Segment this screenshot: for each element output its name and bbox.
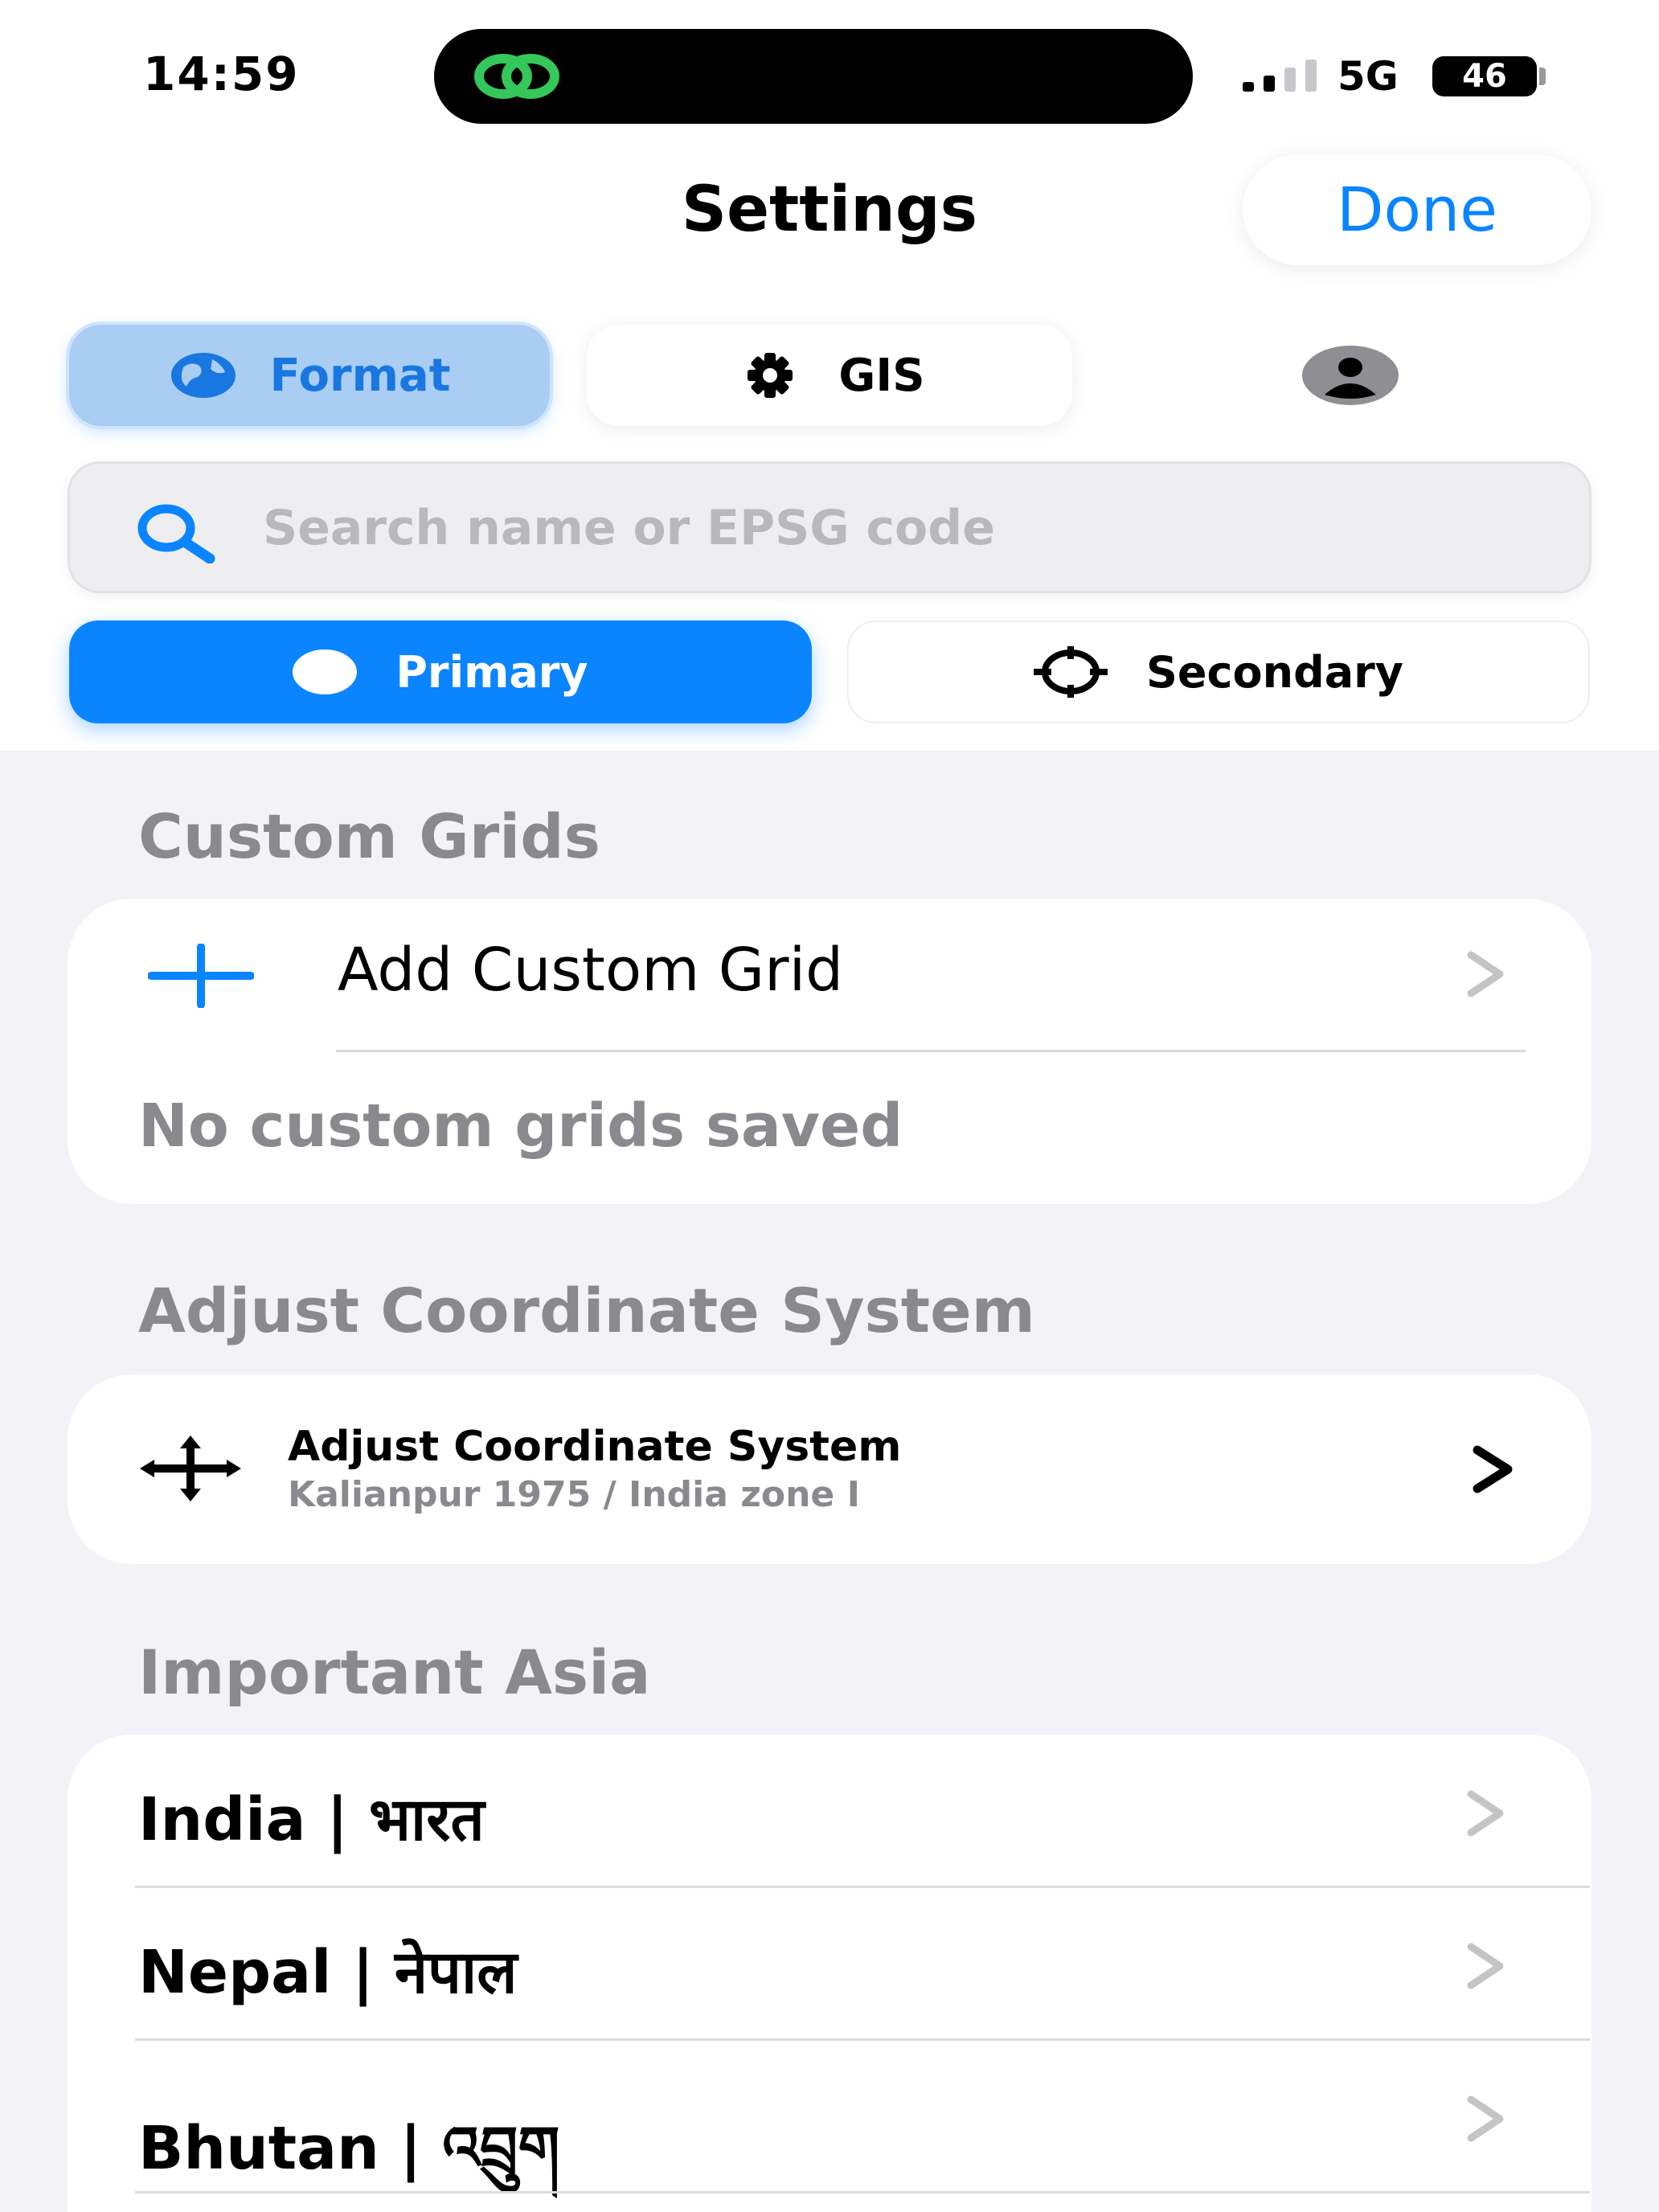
section-header-important-asia: Important Asia: [138, 1636, 651, 1708]
segment-primary[interactable]: Primary: [69, 621, 812, 723]
dynamic-island: [434, 29, 1193, 124]
tab-gis[interactable]: GIS: [587, 325, 1072, 426]
tab-label: Format: [269, 349, 451, 402]
battery-tip: [1539, 68, 1546, 85]
done-button[interactable]: Done: [1243, 154, 1591, 265]
section-header-custom-grids: Custom Grids: [138, 801, 600, 872]
country-row-nepal[interactable]: Nepal | नेपाल: [68, 1887, 1591, 2040]
tab-profile[interactable]: [1278, 325, 1423, 426]
signal-icon: [1243, 59, 1317, 92]
segment-secondary[interactable]: Secondary: [847, 621, 1590, 723]
empty-state-text: No custom grids saved: [138, 1092, 903, 1161]
row-separator: [135, 2191, 1590, 2194]
status-time: 14:59: [143, 47, 300, 101]
globe-icon: [170, 353, 236, 398]
battery-icon: 46: [1432, 56, 1537, 96]
adjust-title: Adjust Coordinate System: [288, 1423, 902, 1471]
important-asia-card: India | भारत Nepal | नेपाल Bhutan | འབྲུ…: [68, 1735, 1591, 2212]
tab-format[interactable]: Format: [69, 325, 550, 426]
tab-label: GIS: [838, 349, 925, 402]
segment-label: Secondary: [1146, 646, 1403, 698]
section-header-adjust: Adjust Coordinate System: [138, 1275, 1035, 1346]
gear-icon: [748, 353, 793, 398]
network-label: 5G: [1337, 53, 1399, 100]
battery-level: 46: [1462, 58, 1507, 95]
search-icon: [137, 504, 215, 563]
chevron-right-icon: [1473, 1445, 1513, 1493]
add-custom-grid-label: Add Custom Grid: [338, 936, 844, 1005]
dot-icon: [293, 649, 358, 694]
segment-label: Primary: [395, 646, 588, 698]
crosshair-icon: [1034, 646, 1108, 698]
chevron-right-icon: [1467, 1943, 1504, 1989]
country-row-bhutan[interactable]: Bhutan | འབྲུག: [68, 2040, 1591, 2193]
move-arrows-icon: [140, 1436, 241, 1501]
custom-grids-card: Add Custom Grid No custom grids saved: [68, 899, 1591, 1204]
plus-icon: [148, 944, 254, 1008]
country-label: India | भारत: [138, 1785, 485, 1854]
person-icon: [1302, 346, 1399, 405]
link-icon: [474, 54, 559, 99]
row-separator: [336, 1050, 1526, 1052]
adjust-coordinate-row[interactable]: Adjust Coordinate System Kalianpur 1975 …: [68, 1374, 1591, 1564]
adjust-subtitle: Kalianpur 1975 / India zone I: [288, 1474, 860, 1515]
search-bar[interactable]: [68, 461, 1591, 593]
add-custom-grid-row[interactable]: Add Custom Grid: [68, 899, 1591, 1051]
country-label: Nepal | नेपाल: [138, 1938, 518, 2007]
country-row-india[interactable]: India | भारत: [68, 1735, 1591, 1887]
chevron-right-icon: [1467, 1790, 1504, 1837]
search-input[interactable]: [263, 488, 1549, 568]
chevron-right-icon: [1467, 2095, 1504, 2142]
chevron-right-icon: [1467, 951, 1504, 997]
